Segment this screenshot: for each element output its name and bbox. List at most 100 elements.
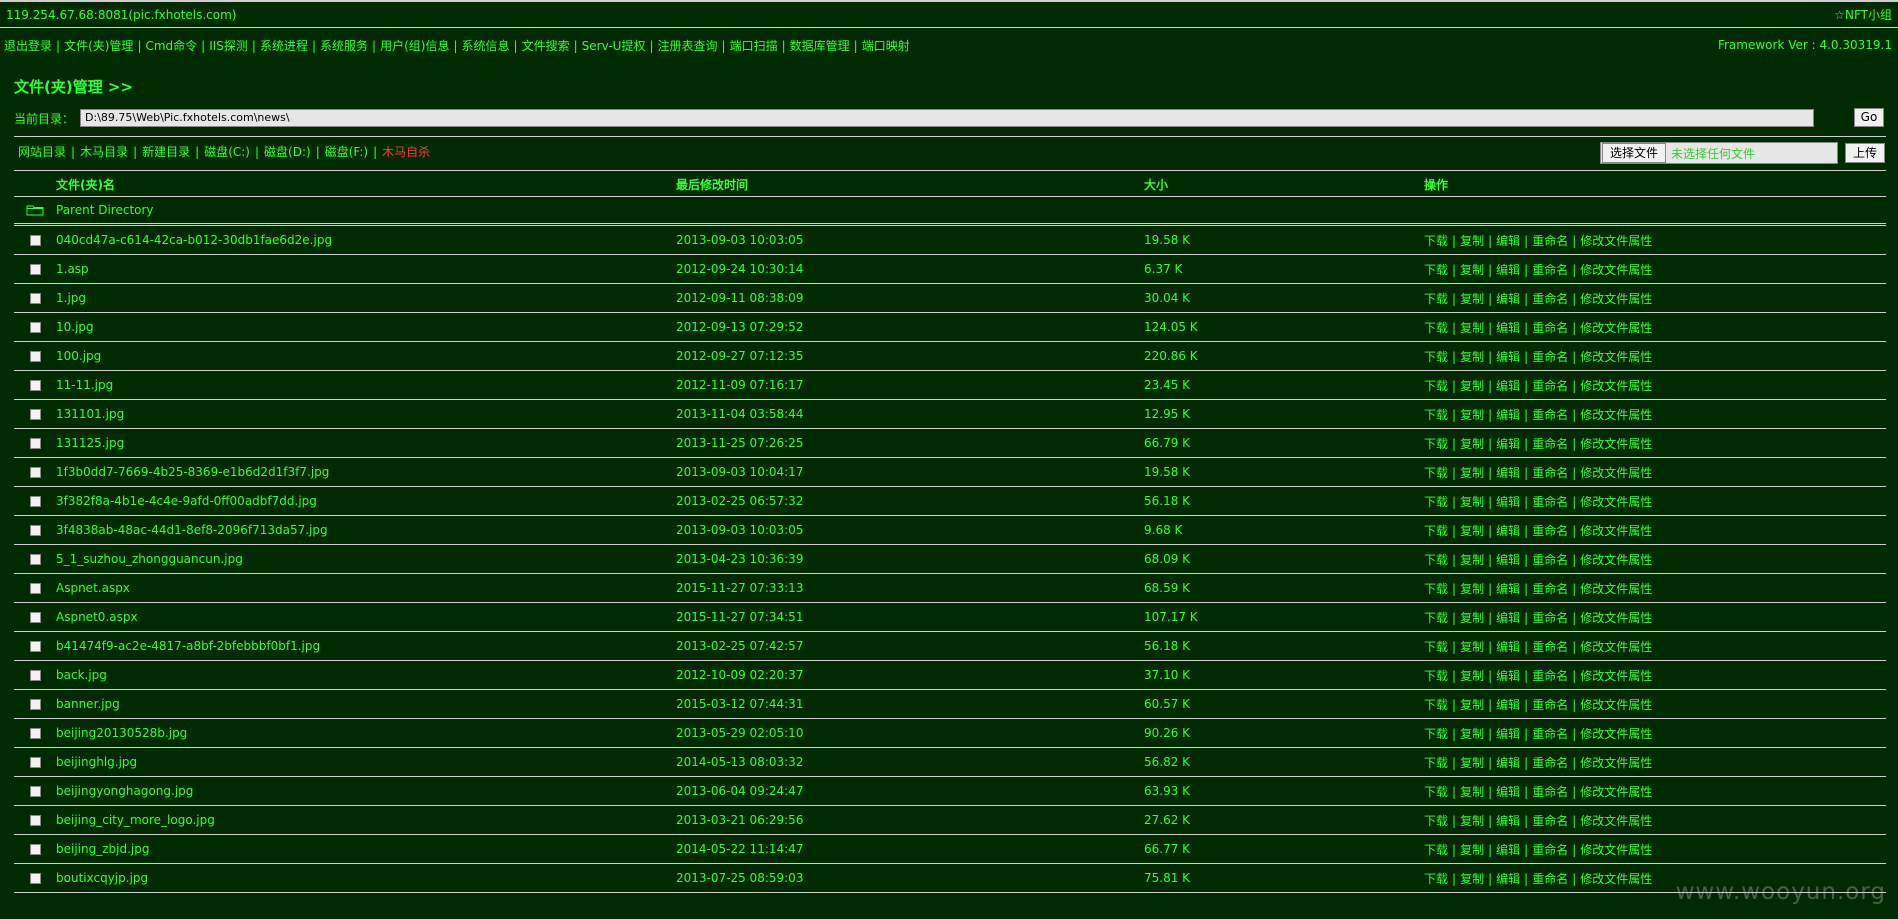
file-action-link[interactable]: 修改文件属性: [1580, 872, 1652, 886]
nav-item[interactable]: 系统信息: [462, 39, 510, 53]
row-checkbox[interactable]: [29, 234, 41, 246]
nav-item[interactable]: 文件搜索: [522, 39, 570, 53]
file-action-link[interactable]: 复制: [1460, 785, 1484, 799]
file-action-link[interactable]: 修改文件属性: [1580, 437, 1652, 451]
file-action-link[interactable]: 修改文件属性: [1580, 785, 1652, 799]
file-action-link[interactable]: 下载: [1424, 611, 1448, 625]
file-name-link[interactable]: Aspnet.aspx: [56, 581, 130, 595]
row-checkbox[interactable]: [29, 611, 41, 623]
upload-button[interactable]: 上传: [1845, 143, 1885, 163]
row-checkbox[interactable]: [29, 379, 41, 391]
file-name-link[interactable]: beijinghlg.jpg: [56, 755, 137, 769]
file-action-link[interactable]: 下载: [1424, 785, 1448, 799]
file-action-link[interactable]: 下载: [1424, 321, 1448, 335]
file-action-link[interactable]: 修改文件属性: [1580, 640, 1652, 654]
file-action-link[interactable]: 下载: [1424, 292, 1448, 306]
file-action-link[interactable]: 修改文件属性: [1580, 814, 1652, 828]
nav-item[interactable]: 系统服务: [320, 39, 368, 53]
row-checkbox[interactable]: [29, 524, 41, 536]
nav-item[interactable]: 用户(组)信息: [380, 39, 449, 53]
row-checkbox[interactable]: [29, 292, 41, 304]
file-action-link[interactable]: 下载: [1424, 640, 1448, 654]
file-action-link[interactable]: 编辑: [1496, 669, 1520, 683]
file-action-link[interactable]: 下载: [1424, 872, 1448, 886]
file-name-link[interactable]: 10.jpg: [56, 320, 94, 334]
row-checkbox[interactable]: [29, 553, 41, 565]
row-checkbox[interactable]: [29, 495, 41, 507]
nav-item[interactable]: 端口映射: [862, 39, 910, 53]
file-action-link[interactable]: 编辑: [1496, 553, 1520, 567]
file-action-link[interactable]: 复制: [1460, 553, 1484, 567]
file-action-link[interactable]: 复制: [1460, 698, 1484, 712]
file-action-link[interactable]: 下载: [1424, 379, 1448, 393]
file-name-link[interactable]: 100.jpg: [56, 349, 101, 363]
nav-item[interactable]: IIS探测: [209, 39, 248, 53]
quick-link[interactable]: 磁盘(D:): [264, 145, 311, 159]
file-action-link[interactable]: 复制: [1460, 669, 1484, 683]
file-action-link[interactable]: 编辑: [1496, 524, 1520, 538]
file-action-link[interactable]: 重命名: [1532, 756, 1568, 770]
file-action-link[interactable]: 重命名: [1532, 843, 1568, 857]
file-action-link[interactable]: 修改文件属性: [1580, 756, 1652, 770]
file-action-link[interactable]: 编辑: [1496, 698, 1520, 712]
file-action-link[interactable]: 重命名: [1532, 234, 1568, 248]
file-action-link[interactable]: 修改文件属性: [1580, 611, 1652, 625]
row-checkbox[interactable]: [29, 350, 41, 362]
file-action-link[interactable]: 复制: [1460, 408, 1484, 422]
file-name-link[interactable]: b41474f9-ac2e-4817-a8bf-2bfebbbf0bf1.jpg: [56, 639, 320, 653]
file-action-link[interactable]: 修改文件属性: [1580, 727, 1652, 741]
nav-item[interactable]: 数据库管理: [790, 39, 850, 53]
file-action-link[interactable]: 复制: [1460, 379, 1484, 393]
file-action-link[interactable]: 重命名: [1532, 872, 1568, 886]
file-name-link[interactable]: 131125.jpg: [56, 436, 124, 450]
file-action-link[interactable]: 重命名: [1532, 524, 1568, 538]
row-checkbox[interactable]: [29, 321, 41, 333]
file-action-link[interactable]: 编辑: [1496, 727, 1520, 741]
file-action-link[interactable]: 编辑: [1496, 814, 1520, 828]
row-checkbox[interactable]: [29, 814, 41, 826]
file-action-link[interactable]: 下载: [1424, 263, 1448, 277]
file-name-link[interactable]: banner.jpg: [56, 697, 120, 711]
file-action-link[interactable]: 复制: [1460, 611, 1484, 625]
go-button[interactable]: Go: [1854, 108, 1884, 127]
quick-link[interactable]: 磁盘(C:): [204, 145, 250, 159]
file-action-link[interactable]: 复制: [1460, 727, 1484, 741]
file-name-link[interactable]: Aspnet0.aspx: [56, 610, 138, 624]
file-action-link[interactable]: 重命名: [1532, 553, 1568, 567]
file-action-link[interactable]: 下载: [1424, 466, 1448, 480]
parent-directory-link[interactable]: Parent Directory: [56, 203, 154, 217]
file-action-link[interactable]: 复制: [1460, 756, 1484, 770]
row-checkbox[interactable]: [29, 408, 41, 420]
file-name-link[interactable]: beijing20130528b.jpg: [56, 726, 187, 740]
file-action-link[interactable]: 复制: [1460, 872, 1484, 886]
file-action-link[interactable]: 编辑: [1496, 263, 1520, 277]
file-action-link[interactable]: 下载: [1424, 727, 1448, 741]
file-action-link[interactable]: 编辑: [1496, 582, 1520, 596]
file-action-link[interactable]: 下载: [1424, 408, 1448, 422]
file-action-link[interactable]: 重命名: [1532, 292, 1568, 306]
file-action-link[interactable]: 编辑: [1496, 437, 1520, 451]
file-action-link[interactable]: 下载: [1424, 524, 1448, 538]
file-action-link[interactable]: 复制: [1460, 640, 1484, 654]
file-action-link[interactable]: 重命名: [1532, 495, 1568, 509]
file-action-link[interactable]: 下载: [1424, 814, 1448, 828]
file-name-link[interactable]: 5_1_suzhou_zhongguancun.jpg: [56, 552, 243, 566]
file-action-link[interactable]: 下载: [1424, 350, 1448, 364]
file-action-link[interactable]: 复制: [1460, 263, 1484, 277]
file-action-link[interactable]: 修改文件属性: [1580, 524, 1652, 538]
file-action-link[interactable]: 下载: [1424, 495, 1448, 509]
quick-link[interactable]: 新建目录: [142, 145, 190, 159]
file-action-link[interactable]: 修改文件属性: [1580, 669, 1652, 683]
file-action-link[interactable]: 重命名: [1532, 466, 1568, 480]
file-action-link[interactable]: 重命名: [1532, 640, 1568, 654]
file-action-link[interactable]: 修改文件属性: [1580, 698, 1652, 712]
file-action-link[interactable]: 编辑: [1496, 234, 1520, 248]
row-checkbox[interactable]: [29, 466, 41, 478]
nav-item[interactable]: 退出登录: [4, 39, 52, 53]
file-action-link[interactable]: 下载: [1424, 553, 1448, 567]
file-action-link[interactable]: 编辑: [1496, 756, 1520, 770]
file-name-link[interactable]: back.jpg: [56, 668, 107, 682]
file-name-link[interactable]: beijing_city_more_logo.jpg: [56, 813, 215, 827]
file-action-link[interactable]: 重命名: [1532, 437, 1568, 451]
file-action-link[interactable]: 重命名: [1532, 321, 1568, 335]
